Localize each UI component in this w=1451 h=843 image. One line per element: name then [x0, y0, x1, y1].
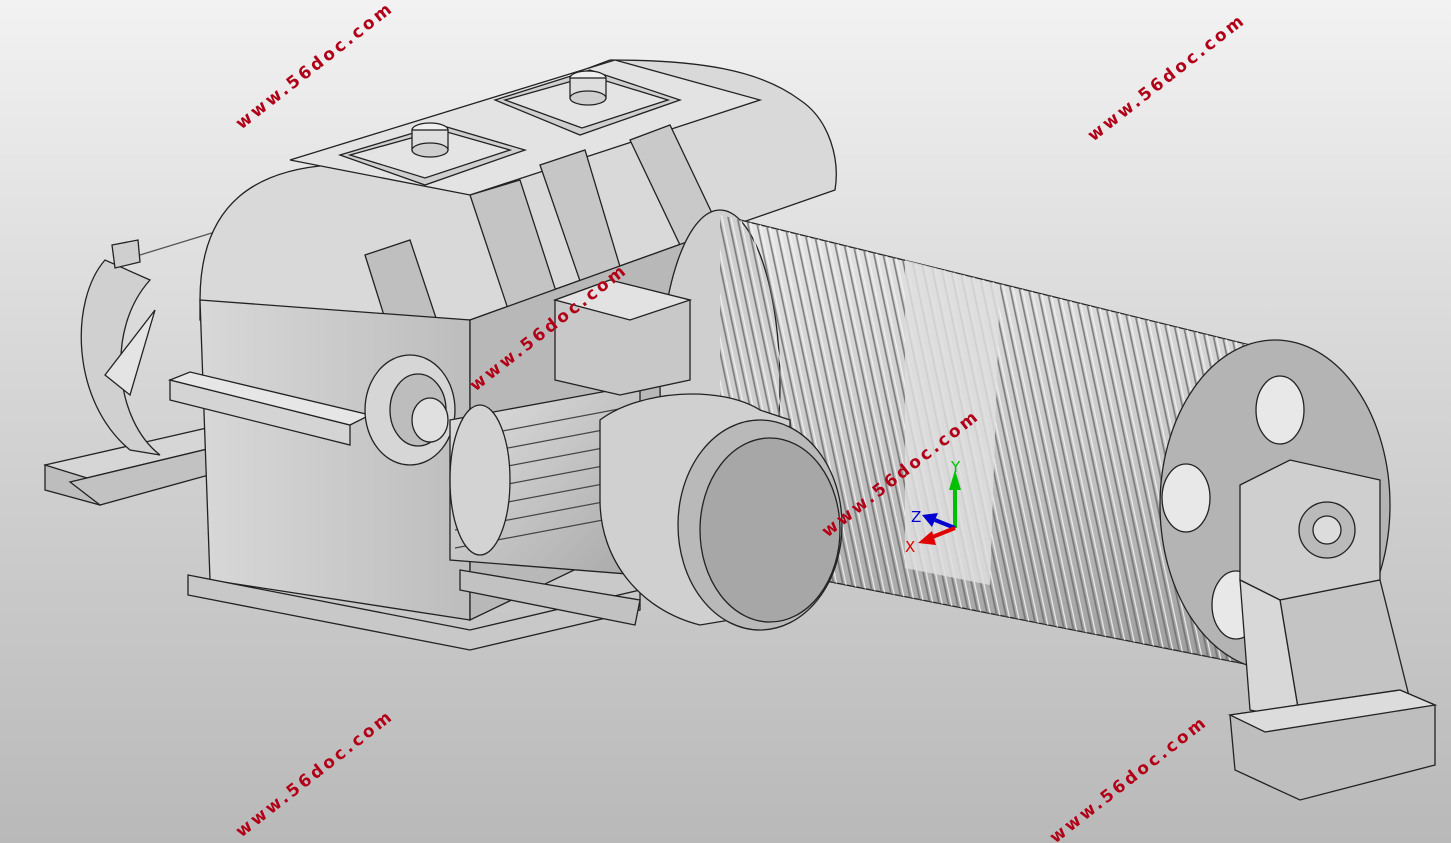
cad-viewport[interactable]: Y Z X www.56doc.com www.56doc.com www.56…: [0, 0, 1451, 843]
triad-z-label: Z: [911, 508, 921, 526]
bearing-pedestal: [1227, 459, 1438, 801]
winch-assembly-model: Y Z X: [43, 59, 1438, 801]
triad-x-label: X: [905, 538, 915, 556]
triad-y-label: Y: [950, 458, 961, 476]
